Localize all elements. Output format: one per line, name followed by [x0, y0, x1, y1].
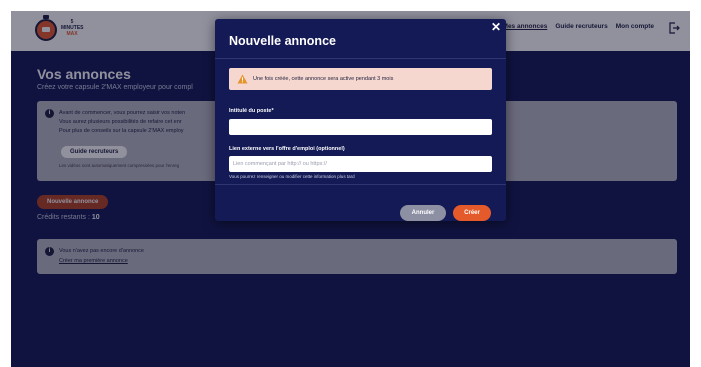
- job-title-input[interactable]: [229, 119, 492, 135]
- modal-header: Nouvelle annonce ✕: [215, 19, 506, 59]
- external-link-label: Lien externe vers l'offre d'emploi (opti…: [229, 146, 345, 152]
- validity-alert: Une fois créée, cette annonce sera activ…: [229, 68, 492, 90]
- alert-text: Une fois créée, cette annonce sera activ…: [253, 76, 394, 82]
- external-link-input[interactable]: [229, 156, 492, 172]
- new-announcement-modal: Nouvelle annonce ✕ Une fois créée, cette…: [215, 19, 506, 221]
- modal-footer: Annuler Créer: [215, 184, 506, 221]
- close-icon[interactable]: ✕: [490, 21, 502, 33]
- job-title-label: Intitulé du poste*: [229, 108, 274, 114]
- warning-icon: [237, 74, 248, 84]
- app-window: 5 MINUTES MAX Mes annonces Guide recrute…: [11, 11, 690, 367]
- external-link-hint: Vous pourrez renseigner ou modifier cett…: [229, 174, 355, 179]
- cancel-button[interactable]: Annuler: [400, 205, 446, 221]
- modal-title: Nouvelle annonce: [229, 34, 336, 48]
- create-button[interactable]: Créer: [453, 205, 491, 221]
